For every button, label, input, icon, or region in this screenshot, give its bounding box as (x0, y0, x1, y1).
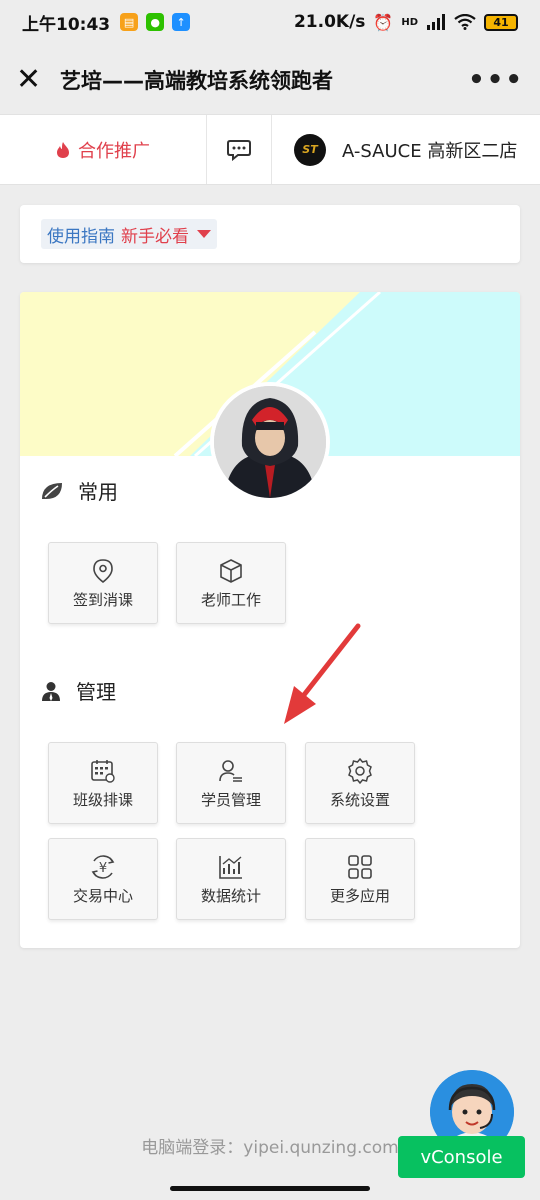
store-selector[interactable]: ST A-SAUCE 高新区二店 (272, 115, 540, 184)
section-manage-title: 管理 (40, 676, 116, 705)
gear-icon (346, 757, 374, 785)
wechat-icon: ● (146, 13, 165, 31)
notes-app-icon: ▤ (120, 13, 139, 31)
tile-label: 系统设置 (329, 790, 390, 809)
grid-icon (347, 853, 373, 881)
store-logo: ST (294, 133, 326, 166)
tile-data-statistics[interactable]: 数据统计 (176, 838, 286, 920)
upload-icon: ↑ (172, 13, 191, 31)
user-list-icon (218, 757, 244, 785)
guide-dropdown[interactable]: 使用指南 新手必看 (41, 219, 217, 249)
store-name: A-SAUCE 高新区二店 (342, 140, 518, 162)
net-speed: 21.0K/s (293, 12, 366, 32)
yen-exchange-icon: ¥ (89, 853, 117, 881)
tile-class-schedule[interactable]: 班级排课 (48, 742, 158, 824)
signal-label: HD (401, 16, 418, 28)
section-manage-label: 管理 (76, 680, 116, 704)
alarm-icon: ⏰ (373, 12, 394, 32)
flame-icon (57, 141, 69, 158)
title-bar: ✕ 艺培——高端教培系统领跑者 ••• (0, 44, 540, 116)
home-indicator[interactable] (170, 1186, 370, 1191)
battery-icon: 41 (484, 13, 518, 31)
location-pin-icon (92, 557, 114, 585)
status-time: 上午10:43 (22, 14, 111, 35)
tile-label: 班级排课 (72, 790, 133, 809)
calendar-icon (90, 757, 116, 785)
vconsole-button[interactable]: vConsole (398, 1136, 525, 1178)
shop-tabs: 合作推广 ST A-SAUCE 高新区二店 (0, 114, 540, 185)
svg-text:¥: ¥ (99, 861, 107, 876)
section-common-label: 常用 (78, 480, 118, 504)
avatar-image (214, 386, 326, 498)
tile-trade-center[interactable]: ¥ 交易中心 (48, 838, 158, 920)
battery-level: 41 (493, 15, 509, 29)
tile-teacher-work[interactable]: 老师工作 (176, 542, 286, 624)
tile-student-management[interactable]: 学员管理 (176, 742, 286, 824)
wifi-icon (454, 14, 476, 30)
signal-icon (427, 14, 445, 30)
status-right: 21.0K/s ⏰ HD 41 (294, 12, 518, 32)
tile-label: 数据统计 (200, 886, 261, 905)
tile-label: 更多应用 (329, 886, 390, 905)
tile-label: 学员管理 (200, 790, 261, 809)
guide-bar: 使用指南 新手必看 (20, 205, 520, 263)
tile-label: 老师工作 (200, 590, 261, 609)
tile-more-apps[interactable]: 更多应用 (305, 838, 415, 920)
tile-label: 交易中心 (72, 886, 133, 905)
status-bar: 上午10:43 ▤ ● ↑ 21.0K/s ⏰ HD 41 (0, 0, 540, 44)
chat-icon (227, 139, 251, 161)
chat-tab[interactable] (207, 115, 272, 184)
red-arrow-annotation (284, 623, 361, 724)
leaf-icon (40, 481, 64, 501)
close-icon[interactable]: ✕ (16, 65, 52, 95)
manager-icon (40, 680, 62, 702)
guide-newbie-label: 新手必看 (121, 226, 189, 247)
guide-label: 使用指南 (47, 226, 115, 247)
tile-label: 签到消课 (72, 590, 133, 609)
chart-icon (218, 853, 244, 881)
avatar (210, 382, 330, 502)
section-common-title: 常用 (40, 476, 118, 505)
caret-down-icon (197, 230, 211, 238)
promo-tab[interactable]: 合作推广 (0, 115, 207, 184)
tile-checkin[interactable]: 签到消课 (48, 542, 158, 624)
page-title: 艺培——高端教培系统领跑者 (60, 69, 333, 93)
tile-system-settings[interactable]: 系统设置 (305, 742, 415, 824)
cube-icon (219, 557, 243, 585)
more-menu-icon[interactable]: ••• (468, 65, 524, 95)
promo-label: 合作推广 (78, 140, 150, 162)
